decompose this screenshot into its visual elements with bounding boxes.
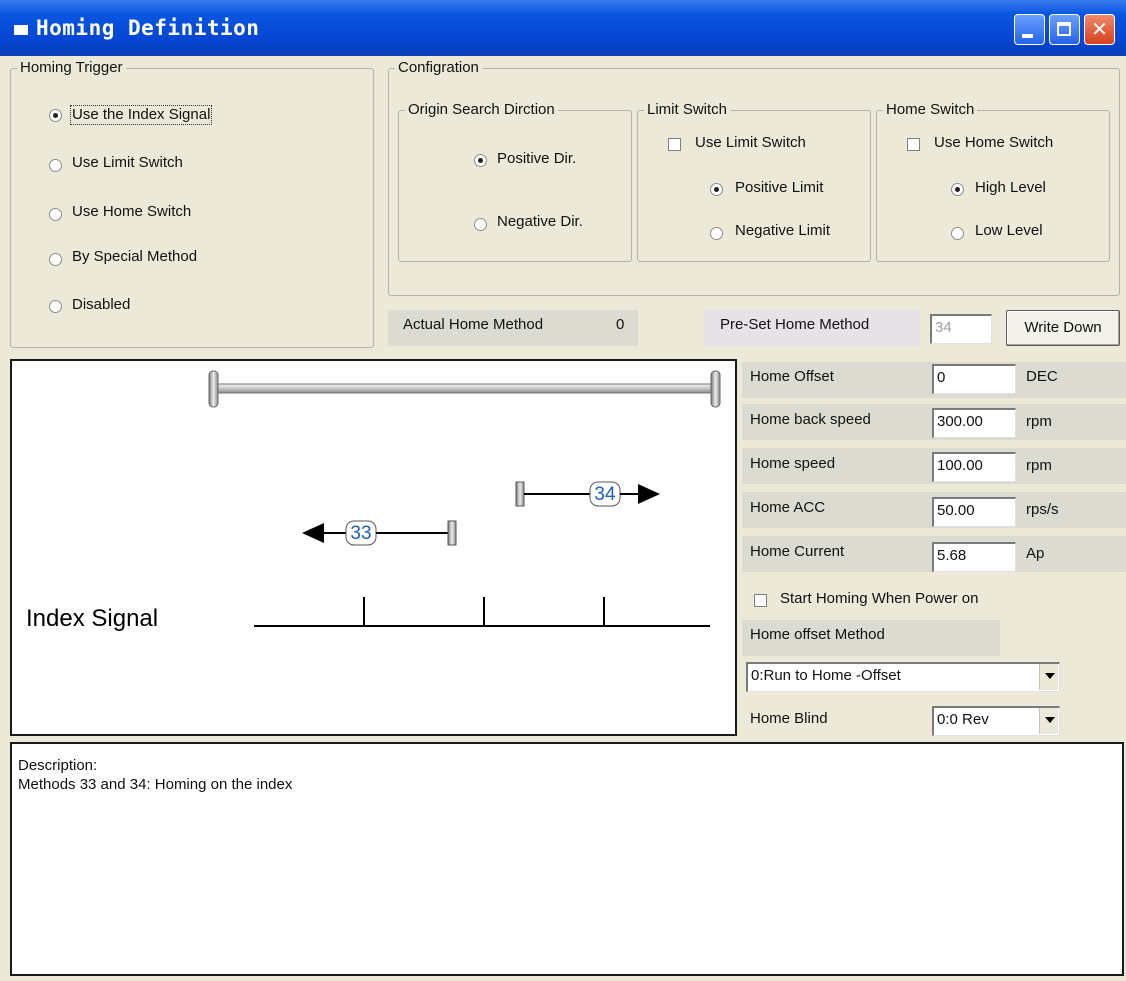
- label-index-signal[interactable]: Use the Index Signal: [70, 105, 213, 125]
- home-acc-unit: rps/s: [1026, 501, 1059, 518]
- offset-method-dropdown-arrow[interactable]: [1039, 664, 1058, 690]
- start-homing-checkbox[interactable]: [754, 594, 767, 607]
- home-back-speed-label: Home back speed: [750, 411, 871, 428]
- limit-switch-legend: Limit Switch: [644, 101, 731, 119]
- homing-trigger-legend: Homing Trigger: [17, 59, 126, 77]
- index-signal-pulses: [254, 597, 710, 627]
- radio-index-signal[interactable]: [49, 109, 62, 122]
- radio-negative-dir[interactable]: [474, 218, 487, 231]
- description-panel[interactable]: Description: Methods 33 and 34: Homing o…: [10, 742, 1124, 976]
- minimize-button[interactable]: [1014, 14, 1045, 45]
- method-34-label: 34: [594, 484, 616, 505]
- home-current-input[interactable]: 5.68: [932, 542, 1016, 572]
- home-acc-input[interactable]: 50.00: [932, 497, 1016, 527]
- actual-method-label: Actual Home Method: [403, 316, 544, 333]
- label-special-method[interactable]: By Special Method: [72, 248, 197, 266]
- home-speed-input[interactable]: 100.00: [932, 452, 1016, 482]
- radio-high-level[interactable]: [951, 183, 964, 196]
- origin-search-group: Origin Search Dirction: [398, 101, 632, 262]
- home-speed-unit: rpm: [1026, 457, 1052, 474]
- configuration-legend: Configration: [395, 59, 482, 77]
- label-negative-dir[interactable]: Negative Dir.: [497, 213, 583, 231]
- label-home-switch[interactable]: Use Home Switch: [72, 203, 191, 221]
- maximize-icon: [1057, 22, 1071, 36]
- home-offset-input[interactable]: 0: [932, 364, 1016, 394]
- home-blind-value: 0:0 Rev: [937, 711, 989, 728]
- home-offset-unit: DEC: [1026, 368, 1058, 385]
- radio-low-level[interactable]: [951, 227, 964, 240]
- home-blind-label: Home Blind: [750, 710, 828, 727]
- travel-rail: [208, 370, 721, 408]
- description-text: Methods 33 and 34: Homing on the index: [18, 776, 293, 793]
- offset-method-select[interactable]: 0:Run to Home -Offset: [746, 662, 1060, 692]
- radio-special-method[interactable]: [49, 253, 62, 266]
- label-disabled[interactable]: Disabled: [72, 296, 130, 314]
- window-icon: [14, 25, 28, 35]
- maximize-button[interactable]: [1049, 14, 1080, 45]
- origin-search-legend: Origin Search Dirction: [405, 101, 558, 119]
- offset-method-value: 0:Run to Home -Offset: [751, 667, 901, 684]
- homing-diagram: 34 33 Index Signal: [10, 359, 737, 736]
- title-bar[interactable]: Homing Definition ✕: [0, 0, 1126, 56]
- radio-home-switch[interactable]: [49, 208, 62, 221]
- method-33-arrow: [302, 520, 457, 546]
- start-homing-label[interactable]: Start Homing When Power on: [780, 590, 978, 608]
- radio-positive-limit[interactable]: [710, 183, 723, 196]
- label-low-level[interactable]: Low Level: [975, 222, 1043, 240]
- write-down-button[interactable]: Write Down: [1006, 310, 1120, 346]
- home-switch-legend: Home Switch: [883, 101, 978, 119]
- index-signal-label: Index Signal: [26, 605, 158, 632]
- radio-limit-switch[interactable]: [49, 159, 62, 172]
- label-use-limit-switch[interactable]: Use Limit Switch: [695, 134, 806, 152]
- home-back-speed-input[interactable]: 300.00: [932, 408, 1016, 438]
- label-negative-limit[interactable]: Negative Limit: [735, 222, 830, 240]
- actual-method-value: 0: [616, 316, 625, 333]
- preset-method-label: Pre-Set Home Method: [720, 316, 870, 333]
- home-speed-label: Home speed: [750, 455, 836, 472]
- method-33-label: 33: [350, 523, 371, 544]
- home-blind-dropdown-arrow[interactable]: [1039, 708, 1058, 734]
- minimize-icon: [1022, 34, 1033, 38]
- close-icon: ✕: [1091, 19, 1108, 41]
- homing-diagram-svg: 34 33 Index Signal: [26, 370, 721, 632]
- radio-positive-dir[interactable]: [474, 154, 487, 167]
- use-home-switch-checkbox[interactable]: [907, 138, 920, 151]
- label-positive-dir[interactable]: Positive Dir.: [497, 150, 576, 168]
- home-current-unit: Ap: [1026, 545, 1045, 562]
- label-limit-switch[interactable]: Use Limit Switch: [72, 154, 183, 172]
- home-offset-label: Home Offset: [750, 368, 834, 385]
- radio-negative-limit[interactable]: [710, 227, 723, 240]
- method-34-arrow: [515, 481, 660, 507]
- home-acc-label: Home ACC: [750, 499, 826, 516]
- home-back-speed-unit: rpm: [1026, 413, 1052, 430]
- label-use-home-switch[interactable]: Use Home Switch: [934, 134, 1053, 152]
- radio-disabled[interactable]: [49, 300, 62, 313]
- use-limit-switch-checkbox[interactable]: [668, 138, 681, 151]
- window-title: Homing Definition: [36, 16, 260, 40]
- close-button[interactable]: ✕: [1084, 14, 1115, 45]
- label-positive-limit[interactable]: Positive Limit: [735, 179, 823, 197]
- preset-method-input[interactable]: 34: [930, 314, 992, 344]
- offset-method-label: Home offset Method: [750, 626, 885, 643]
- description-heading: Description:: [18, 757, 98, 774]
- home-current-label: Home Current: [750, 543, 845, 560]
- label-high-level[interactable]: High Level: [975, 179, 1046, 197]
